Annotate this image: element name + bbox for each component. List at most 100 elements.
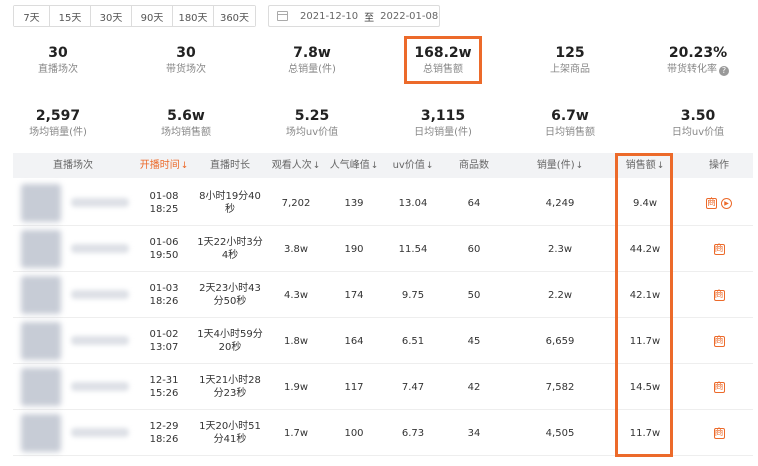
help-icon[interactable]: ? [719,66,729,76]
stat-label-text: 带货转化率 [667,64,717,75]
goods-cell: 64 [467,197,481,209]
stat-label: 带货场次 [166,64,206,75]
duration-line1: 1天22小时3分 [197,237,263,248]
range-15d-button[interactable]: 15天 [50,6,91,26]
col-viewers-label: 观看人次 [271,160,312,171]
session-title-blurred[interactable] [71,290,129,299]
stat-conversion-rate: 20.23% 带货转化率? [636,45,758,76]
goods-cell: 34 [467,427,481,439]
stat-daily-qty: 3,115 日均销量(件) [381,108,505,139]
sort-arrow-icon: ↓ [575,161,584,171]
qty-cell: 6,659 [545,335,575,347]
goods-cell: 42 [467,381,481,393]
start-time-cell: 01-08 18:25 [133,180,195,226]
stat-value: 7.8w [293,45,331,61]
session-thumbnail[interactable] [21,230,61,268]
col-start-time[interactable]: 开播时间↓ [133,153,195,178]
action-cell: 商 ▶ [685,180,753,226]
stat-value: 20.23% [668,45,728,61]
start-date: 01-06 [149,237,179,248]
goods-detail-icon[interactable]: 商 [706,197,717,209]
duration-line1: 2天23小时43 [199,283,261,294]
session-thumbnail[interactable] [21,276,61,314]
sort-arrow-icon: ↓ [425,161,434,171]
viewers-cell: 1.9w [283,381,309,393]
session-thumbnail[interactable] [21,322,61,360]
range-360d-button[interactable]: 360天 [214,6,255,26]
range-30d-button[interactable]: 30天 [91,6,132,26]
start-date: 12-29 [149,421,179,432]
range-7d-button[interactable]: 7天 [14,6,50,26]
session-title-blurred[interactable] [71,198,129,207]
duration-line2: 秒 [225,204,235,215]
sort-arrow-icon: ↓ [180,161,189,171]
date-range-group: 7天 15天 30天 90天 180天 360天 [13,5,256,27]
session-thumbnail[interactable] [21,414,61,452]
duration-cell: 1天22小时3分 4秒 [195,226,265,272]
col-duration: 直播时长 [210,160,250,171]
duration-cell: 8小时19分40 秒 [195,180,265,226]
stat-total-sales-qty: 7.8w 总销量(件) [250,45,374,76]
col-sales-qty[interactable]: 销量(件)↓ [503,153,617,178]
calendar-icon [277,11,288,21]
session-title-blurred[interactable] [71,336,129,345]
duration-cell: 1天21小时28 分23秒 [195,364,265,410]
goods-cell: 50 [467,289,481,301]
uv-cell: 6.73 [401,427,425,439]
uv-cell: 6.51 [401,335,425,347]
range-90d-button[interactable]: 90天 [132,6,173,26]
qty-cell: 7,582 [545,381,575,393]
stat-value: 30 [48,45,68,61]
duration-line2: 4秒 [221,250,239,261]
goods-detail-icon[interactable]: 商 [713,335,725,347]
peak-cell: 117 [344,381,364,393]
duration-line2: 分50秒 [213,296,247,307]
session-title-blurred[interactable] [71,382,129,391]
stat-value: 30 [176,45,196,61]
duration-line1: 1天4小时59分 [197,329,263,340]
stat-label: 日均uv价值 [671,127,725,138]
stat-value: 5.25 [294,108,330,124]
stat-daily-amount: 6.7w 日均销售额 [508,108,632,139]
date-picker[interactable]: 2021-12-10 至 2022-01-08 [268,5,440,27]
duration-line2: 分41秒 [213,434,247,445]
goods-detail-icon[interactable]: 商 [713,243,725,255]
col-peak[interactable]: 人气峰值↓ [327,153,381,178]
stat-label: 日均销售额 [545,127,595,138]
session-title-blurred[interactable] [71,428,129,437]
stat-label: 日均销量(件) [414,127,472,138]
start-date: 01-08 [149,191,179,202]
viewers-cell: 3.8w [283,243,309,255]
col-uv-value[interactable]: uv价值↓ [381,153,445,178]
col-viewers[interactable]: 观看人次↓ [265,153,327,178]
sort-arrow-icon: ↓ [370,161,379,171]
range-180d-button[interactable]: 180天 [173,6,214,26]
session-thumbnail[interactable] [21,184,61,222]
session-thumbnail[interactable] [21,368,61,406]
sort-arrow-icon: ↓ [312,161,321,171]
start-date: 12-31 [149,375,179,386]
start-clock: 15:26 [149,388,179,399]
col-goods: 商品数 [459,160,489,171]
stat-label: 场均销售额 [161,127,211,138]
goods-cell: 60 [467,243,481,255]
date-separator: 至 [364,12,375,24]
col-peak-label: 人气峰值 [329,160,370,171]
action-cell: 商 [685,318,753,364]
stat-avg-session-qty: 2,597 场均销量(件) [0,108,120,139]
play-icon[interactable]: ▶ [721,197,732,209]
start-time-cell: 01-02 13:07 [133,318,195,364]
filter-bar: 7天 15天 30天 90天 180天 360天 2021-12-10 至 20… [13,5,440,27]
viewers-cell: 1.7w [283,427,309,439]
goods-detail-icon[interactable]: 商 [713,381,725,393]
uv-cell: 13.04 [398,197,428,209]
peak-cell: 164 [344,335,364,347]
uv-cell: 11.54 [398,243,428,255]
session-title-blurred[interactable] [71,244,129,253]
stat-label: 带货转化率? [636,63,758,76]
goods-detail-icon[interactable]: 商 [713,289,725,301]
start-date: 01-02 [149,329,179,340]
stat-label: 场均销量(件) [29,127,87,138]
goods-detail-icon[interactable]: 商 [713,427,725,439]
duration-line2: 20秒 [218,342,242,353]
